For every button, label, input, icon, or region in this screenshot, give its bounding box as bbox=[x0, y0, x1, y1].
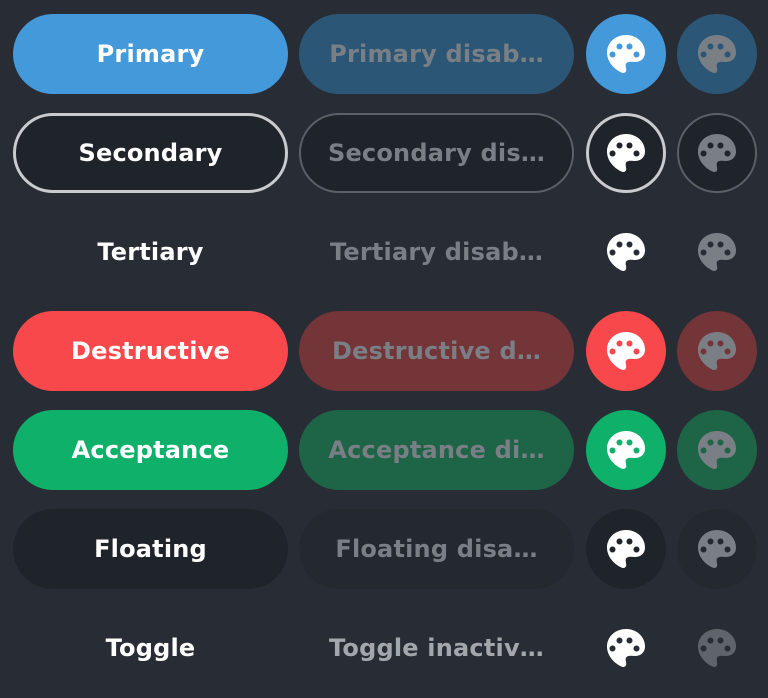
secondary-disabled-button[interactable]: Secondary dis… bbox=[299, 113, 574, 193]
palette-icon bbox=[698, 233, 736, 272]
primary-button[interactable]: Primary bbox=[13, 14, 288, 94]
secondary-icon-button[interactable] bbox=[586, 113, 666, 193]
tertiary-button[interactable]: Tertiary bbox=[13, 212, 288, 292]
destructive-disabled-button[interactable]: Destructive d… bbox=[299, 311, 574, 391]
palette-icon bbox=[698, 431, 736, 470]
destructive-disabled-icon-button[interactable] bbox=[677, 311, 757, 391]
toggle-inactive-icon-button[interactable] bbox=[677, 608, 757, 688]
primary-icon-button[interactable] bbox=[586, 14, 666, 94]
row-acceptance: Acceptance Acceptance di… bbox=[0, 410, 768, 490]
acceptance-icon-button[interactable] bbox=[586, 410, 666, 490]
floating-icon-button[interactable] bbox=[586, 509, 666, 589]
palette-icon bbox=[698, 332, 736, 371]
acceptance-button[interactable]: Acceptance bbox=[13, 410, 288, 490]
destructive-button[interactable]: Destructive bbox=[13, 311, 288, 391]
acceptance-disabled-icon-button[interactable] bbox=[677, 410, 757, 490]
primary-button-label: Primary bbox=[96, 40, 205, 68]
palette-icon bbox=[698, 530, 736, 569]
palette-icon bbox=[607, 35, 645, 74]
toggle-button-label: Toggle bbox=[105, 634, 196, 662]
toggle-inactive-button[interactable]: Toggle inactiv… bbox=[299, 608, 574, 688]
floating-disabled-button-label: Floating disa… bbox=[335, 535, 538, 563]
floating-button[interactable]: Floating bbox=[13, 509, 288, 589]
tertiary-disabled-button[interactable]: Tertiary disab… bbox=[299, 212, 574, 292]
row-destructive: Destructive Destructive d… bbox=[0, 311, 768, 391]
row-primary: Primary Primary disab… bbox=[0, 14, 768, 94]
palette-icon bbox=[607, 332, 645, 371]
palette-icon bbox=[607, 134, 645, 173]
row-secondary: Secondary Secondary dis… bbox=[0, 113, 768, 193]
palette-icon bbox=[607, 530, 645, 569]
toggle-icon-button[interactable] bbox=[586, 608, 666, 688]
floating-disabled-icon-button[interactable] bbox=[677, 509, 757, 589]
primary-disabled-icon-button[interactable] bbox=[677, 14, 757, 94]
palette-icon bbox=[698, 35, 736, 74]
destructive-icon-button[interactable] bbox=[586, 311, 666, 391]
row-toggle: Toggle Toggle inactiv… bbox=[0, 608, 768, 688]
button-gallery: Primary Primary disab… Secondary Seconda… bbox=[0, 0, 768, 698]
floating-disabled-button[interactable]: Floating disa… bbox=[299, 509, 574, 589]
primary-disabled-button-label: Primary disab… bbox=[329, 40, 544, 68]
acceptance-disabled-button-label: Acceptance di… bbox=[328, 436, 545, 464]
destructive-button-label: Destructive bbox=[71, 337, 230, 365]
palette-icon bbox=[698, 134, 736, 173]
secondary-disabled-icon-button[interactable] bbox=[677, 113, 757, 193]
palette-icon bbox=[607, 431, 645, 470]
palette-icon bbox=[607, 233, 645, 272]
primary-disabled-button[interactable]: Primary disab… bbox=[299, 14, 574, 94]
tertiary-icon-button[interactable] bbox=[586, 212, 666, 292]
acceptance-button-label: Acceptance bbox=[71, 436, 230, 464]
floating-button-label: Floating bbox=[94, 535, 207, 563]
tertiary-button-label: Tertiary bbox=[97, 238, 204, 266]
secondary-disabled-button-label: Secondary dis… bbox=[327, 139, 546, 167]
acceptance-disabled-button[interactable]: Acceptance di… bbox=[299, 410, 574, 490]
tertiary-disabled-button-label: Tertiary disab… bbox=[329, 238, 544, 266]
row-tertiary: Tertiary Tertiary disab… bbox=[0, 212, 768, 292]
toggle-button[interactable]: Toggle bbox=[13, 608, 288, 688]
row-floating: Floating Floating disa… bbox=[0, 509, 768, 589]
secondary-button[interactable]: Secondary bbox=[13, 113, 288, 193]
toggle-inactive-button-label: Toggle inactiv… bbox=[329, 634, 544, 662]
palette-icon bbox=[607, 629, 645, 668]
destructive-disabled-button-label: Destructive d… bbox=[331, 337, 542, 365]
palette-icon bbox=[698, 629, 736, 668]
tertiary-disabled-icon-button[interactable] bbox=[677, 212, 757, 292]
secondary-button-label: Secondary bbox=[78, 139, 223, 167]
